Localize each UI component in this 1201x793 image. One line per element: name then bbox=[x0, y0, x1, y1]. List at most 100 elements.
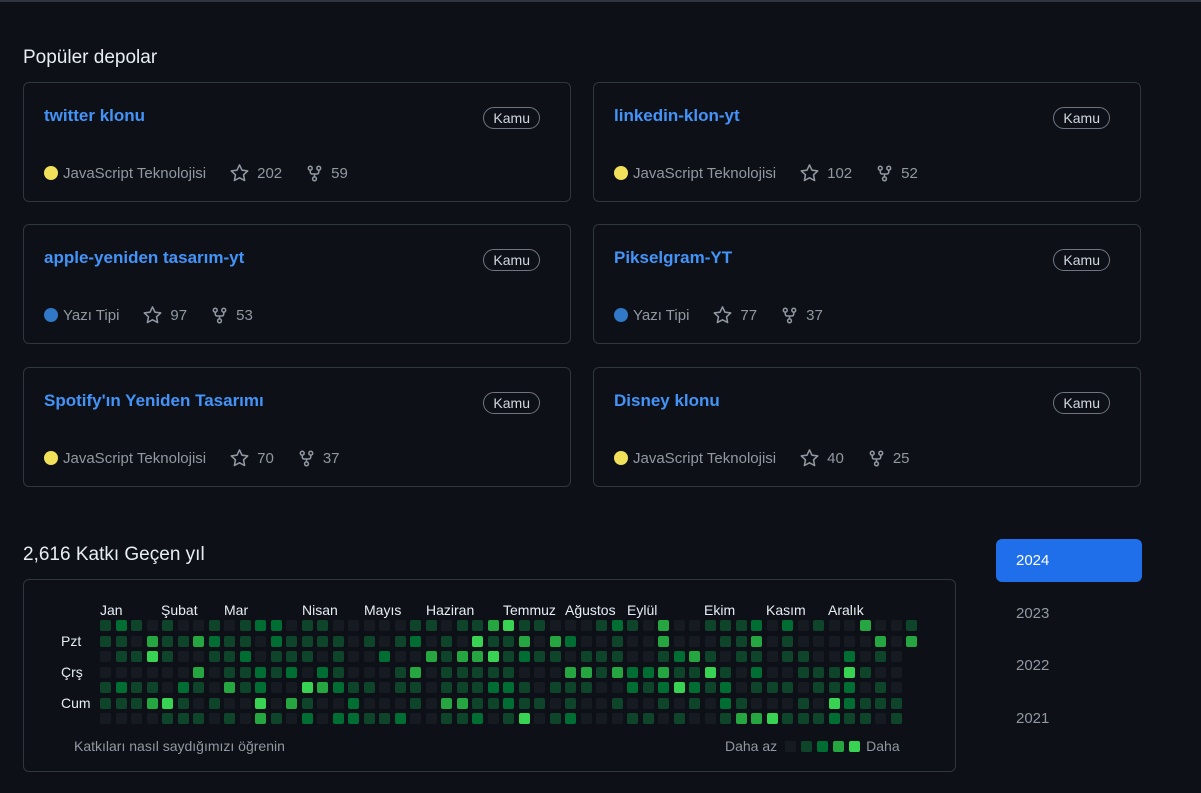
contribution-day-cell[interactable] bbox=[177, 713, 189, 724]
contribution-day-cell[interactable] bbox=[704, 620, 716, 631]
contribution-day-cell[interactable] bbox=[906, 635, 917, 647]
contribution-day-cell[interactable] bbox=[580, 666, 592, 678]
contribution-day-cell[interactable] bbox=[704, 651, 716, 662]
contribution-day-cell[interactable] bbox=[503, 651, 514, 662]
contribution-day-cell[interactable] bbox=[534, 713, 545, 724]
contribution-day-cell[interactable] bbox=[751, 682, 762, 693]
contribution-day-cell[interactable] bbox=[239, 620, 251, 631]
contribution-day-cell[interactable] bbox=[549, 635, 561, 647]
contribution-day-cell[interactable] bbox=[844, 620, 855, 631]
contribution-day-cell[interactable] bbox=[239, 697, 251, 709]
contribution-day-cell[interactable] bbox=[611, 682, 623, 693]
contribution-day-cell[interactable] bbox=[363, 697, 375, 709]
contribution-day-cell[interactable] bbox=[735, 651, 747, 662]
contribution-day-cell[interactable] bbox=[177, 682, 189, 693]
contribution-day-cell[interactable] bbox=[782, 697, 793, 709]
contribution-day-cell[interactable] bbox=[596, 635, 607, 647]
contribution-day-cell[interactable] bbox=[363, 635, 375, 647]
contribution-day-cell[interactable] bbox=[270, 697, 282, 709]
contribution-day-cell[interactable] bbox=[379, 635, 390, 647]
contribution-day-cell[interactable] bbox=[828, 697, 840, 709]
contribution-day-cell[interactable] bbox=[317, 635, 328, 647]
contribution-day-cell[interactable] bbox=[224, 682, 235, 693]
contribution-day-cell[interactable] bbox=[549, 666, 561, 678]
year-button[interactable]: 2023 bbox=[996, 592, 1142, 635]
repo-name-link[interactable]: Spotify'ın Yeniden Tasarımı bbox=[44, 391, 264, 411]
contribution-day-cell[interactable] bbox=[611, 620, 623, 631]
contribution-day-cell[interactable] bbox=[844, 635, 855, 647]
contribution-day-cell[interactable] bbox=[146, 635, 158, 647]
contribution-day-cell[interactable] bbox=[193, 697, 204, 709]
contribution-day-cell[interactable] bbox=[286, 620, 297, 631]
contribution-day-cell[interactable] bbox=[425, 651, 437, 662]
contribution-day-cell[interactable] bbox=[890, 697, 902, 709]
contribution-day-cell[interactable] bbox=[751, 635, 762, 647]
contribution-day-cell[interactable] bbox=[317, 620, 328, 631]
contribution-day-cell[interactable] bbox=[844, 651, 855, 662]
contribution-day-cell[interactable] bbox=[301, 635, 313, 647]
contribution-day-cell[interactable] bbox=[875, 620, 886, 631]
contribution-day-cell[interactable] bbox=[534, 697, 545, 709]
contribution-day-cell[interactable] bbox=[348, 682, 359, 693]
contribution-day-cell[interactable] bbox=[890, 682, 902, 693]
contribution-day-cell[interactable] bbox=[673, 697, 685, 709]
contribution-day-cell[interactable] bbox=[518, 651, 530, 662]
contribution-day-cell[interactable] bbox=[410, 666, 421, 678]
contribution-day-cell[interactable] bbox=[642, 682, 654, 693]
contribution-day-cell[interactable] bbox=[580, 651, 592, 662]
contribution-day-cell[interactable] bbox=[797, 682, 809, 693]
contribution-day-cell[interactable] bbox=[534, 620, 545, 631]
contribution-day-cell[interactable] bbox=[813, 651, 824, 662]
contribution-day-cell[interactable] bbox=[441, 682, 452, 693]
contribution-day-cell[interactable] bbox=[456, 651, 468, 662]
contribution-day-cell[interactable] bbox=[131, 635, 142, 647]
contribution-day-cell[interactable] bbox=[224, 713, 235, 724]
contribution-day-cell[interactable] bbox=[859, 635, 871, 647]
contribution-day-cell[interactable] bbox=[766, 713, 778, 724]
contribution-day-cell[interactable] bbox=[549, 713, 561, 724]
contribution-day-cell[interactable] bbox=[301, 713, 313, 724]
contribution-day-cell[interactable] bbox=[611, 713, 623, 724]
repo-name-link[interactable]: linkedin-klon-yt bbox=[614, 106, 740, 126]
contribution-day-cell[interactable] bbox=[627, 635, 638, 647]
contribution-day-cell[interactable] bbox=[875, 666, 886, 678]
contribution-day-cell[interactable] bbox=[828, 635, 840, 647]
contribution-day-cell[interactable] bbox=[224, 666, 235, 678]
contribution-day-cell[interactable] bbox=[735, 713, 747, 724]
contribution-day-cell[interactable] bbox=[797, 651, 809, 662]
contribution-day-cell[interactable] bbox=[208, 666, 220, 678]
contribution-day-cell[interactable] bbox=[146, 713, 158, 724]
contribution-day-cell[interactable] bbox=[673, 620, 685, 631]
contribution-day-cell[interactable] bbox=[580, 635, 592, 647]
contribution-day-cell[interactable] bbox=[735, 697, 747, 709]
contribution-day-cell[interactable] bbox=[580, 697, 592, 709]
contribution-day-cell[interactable] bbox=[410, 651, 421, 662]
contribution-day-cell[interactable] bbox=[859, 666, 871, 678]
contribution-day-cell[interactable] bbox=[332, 697, 344, 709]
contribution-day-cell[interactable] bbox=[301, 697, 313, 709]
contribution-day-cell[interactable] bbox=[115, 620, 127, 631]
contribution-day-cell[interactable] bbox=[813, 620, 824, 631]
contribution-day-cell[interactable] bbox=[642, 651, 654, 662]
contribution-day-cell[interactable] bbox=[859, 697, 871, 709]
contribution-day-cell[interactable] bbox=[255, 635, 266, 647]
contribution-day-cell[interactable] bbox=[100, 682, 111, 693]
contribution-day-cell[interactable] bbox=[518, 713, 530, 724]
contribution-day-cell[interactable] bbox=[487, 651, 499, 662]
contribution-day-cell[interactable] bbox=[394, 635, 406, 647]
contribution-day-cell[interactable] bbox=[131, 682, 142, 693]
contribution-day-cell[interactable] bbox=[673, 713, 685, 724]
contribution-day-cell[interactable] bbox=[503, 697, 514, 709]
contribution-day-cell[interactable] bbox=[766, 682, 778, 693]
contribution-day-cell[interactable] bbox=[208, 651, 220, 662]
contribution-day-cell[interactable] bbox=[379, 682, 390, 693]
contribution-day-cell[interactable] bbox=[766, 697, 778, 709]
contribution-day-cell[interactable] bbox=[828, 713, 840, 724]
contribution-day-cell[interactable] bbox=[363, 620, 375, 631]
stars-link[interactable]: 97 bbox=[143, 305, 187, 325]
contribution-day-cell[interactable] bbox=[115, 635, 127, 647]
contribution-day-cell[interactable] bbox=[828, 620, 840, 631]
contribution-day-cell[interactable] bbox=[611, 651, 623, 662]
contribution-day-cell[interactable] bbox=[689, 666, 700, 678]
contribution-day-cell[interactable] bbox=[410, 635, 421, 647]
